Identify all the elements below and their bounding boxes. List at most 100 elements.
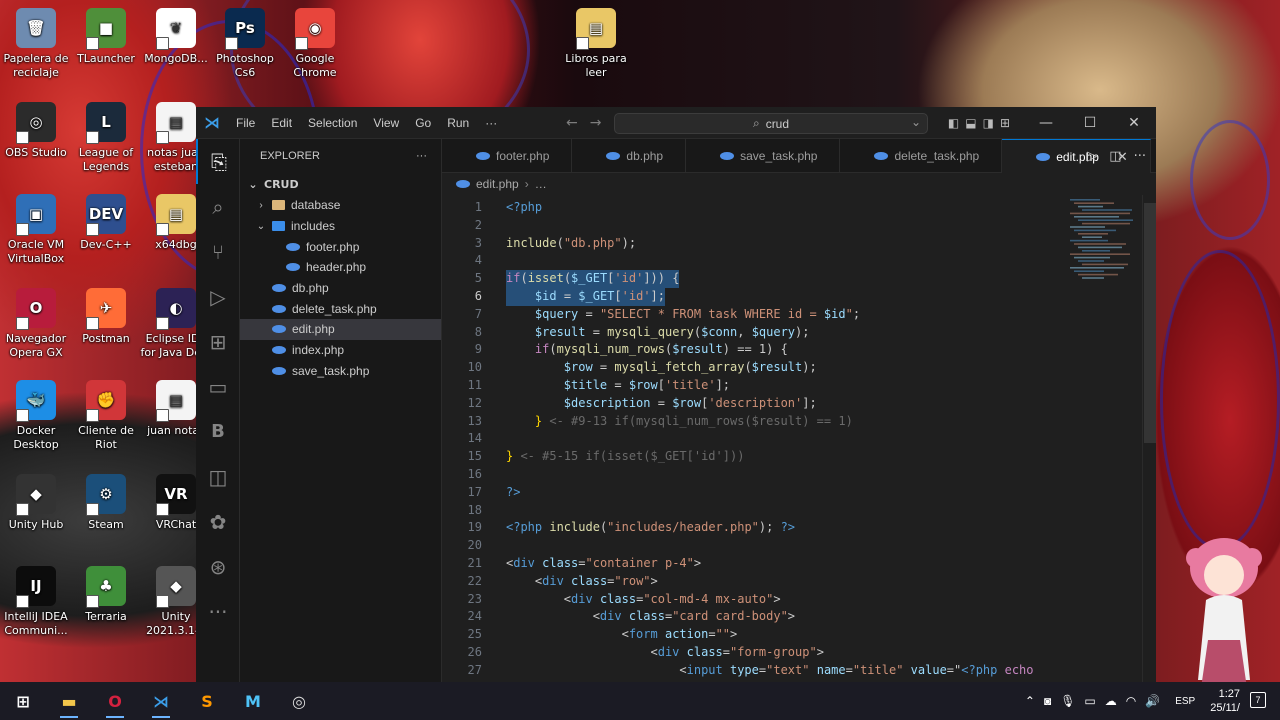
workspace-root[interactable]: ⌄ CRUD (240, 173, 441, 195)
run-icon[interactable]: ▷ (1087, 149, 1097, 164)
toggle-sidebar-icon[interactable]: ◧ (948, 116, 959, 130)
breadcrumb-file[interactable]: edit.php (476, 177, 519, 191)
menu-item[interactable]: Go (407, 116, 439, 130)
toggle-secondary-sidebar-icon[interactable]: ◨ (983, 116, 994, 130)
code-line[interactable]: 22 <div class="row"> (442, 573, 1062, 591)
taskbar-file-explorer-button[interactable]: ▬ (46, 682, 92, 720)
editor-tab[interactable]: delete_task.php (840, 139, 1003, 173)
code-line[interactable]: 17 ?> (442, 484, 1062, 502)
tree-item[interactable]: › database (240, 195, 441, 216)
desktop-icon[interactable]: ◎ OBS Studio (0, 102, 72, 160)
code-line[interactable]: 14 (442, 430, 1062, 448)
code-line[interactable]: 7 $query = "SELECT * FROM task WHERE id … (442, 306, 1062, 324)
maximize-button[interactable]: ☐ (1068, 107, 1112, 139)
menu-item[interactable]: Edit (263, 116, 300, 130)
code-line[interactable]: 5 if(isset($_GET['id'])) { (442, 270, 1062, 288)
close-button[interactable]: ✕ (1112, 107, 1156, 139)
code-line[interactable]: 3 include("db.php"); (442, 235, 1062, 253)
editor-tab[interactable]: footer.php (442, 139, 573, 173)
chevron-down-icon[interactable]: ⌄ (911, 115, 921, 129)
taskbar-start-button[interactable]: ⊞ (0, 682, 46, 720)
desktop-icon[interactable]: ◉ Google Chrome (279, 8, 351, 80)
desktop-icon[interactable]: ✈ Postman (70, 288, 142, 346)
python-icon[interactable]: ✿ (196, 499, 240, 544)
code-line[interactable]: 1 <?php (442, 199, 1062, 217)
microphone-icon[interactable]: 🎙 (1060, 694, 1075, 708)
tree-item[interactable]: save_task.php (240, 361, 441, 382)
code-line[interactable]: 19 <?php include("includes/header.php"); … (442, 519, 1062, 537)
clock[interactable]: 1:27 25/11/ (1210, 687, 1240, 715)
code-line[interactable]: 12 $description = $row['description']; (442, 395, 1062, 413)
chevron-up-icon[interactable]: ⌃ (1025, 694, 1035, 708)
code-line[interactable]: 11 $title = $row['title']; (442, 377, 1062, 395)
code-line[interactable]: 10 $row = mysqli_fetch_array($result); (442, 359, 1062, 377)
code-line[interactable]: 4 (442, 252, 1062, 270)
code-line[interactable]: 20 (442, 537, 1062, 555)
volume-icon[interactable]: 🔊 (1145, 694, 1160, 708)
run-debug-icon[interactable]: ▷ (196, 274, 240, 319)
code-line[interactable]: 24 <div class="card card-body"> (442, 608, 1062, 626)
menu-item[interactable]: File (228, 116, 263, 130)
desktop-icon[interactable]: DEV Dev-C++ (70, 194, 142, 252)
remote-explorer-icon[interactable]: ▭ (196, 364, 240, 409)
tree-item[interactable]: footer.php (240, 236, 441, 257)
taskbar-app-m-button[interactable]: M (230, 682, 276, 720)
desktop-icon[interactable]: 🗑 Papelera de reciclaje (0, 8, 72, 80)
scrollbar-thumb[interactable] (1144, 203, 1156, 443)
docker-icon[interactable]: ◫ (196, 454, 240, 499)
desktop-icon[interactable]: ❦ MongoDB... (140, 8, 212, 66)
toggle-panel-icon[interactable]: ⬓ (965, 116, 976, 130)
source-control-icon[interactable]: ⑂ (196, 229, 240, 274)
desktop-icon[interactable]: ◆ Unity Hub (0, 474, 72, 532)
search-icon[interactable]: ⌕ (196, 184, 240, 229)
code-editor[interactable]: 1 <?php 2 3 include("db.php"); 4 5 if(isset($_G… (442, 195, 1156, 685)
code-line[interactable]: 13 } <- #9-13 if(mysqli_num_rows($result… (442, 413, 1062, 431)
code-line[interactable]: 25 <form action=""> (442, 626, 1062, 644)
onedrive-icon[interactable]: ☁ (1105, 694, 1117, 708)
back-arrow-icon[interactable]: ← (566, 115, 578, 131)
code-line[interactable]: 27 <input type="text" name="title" value… (442, 662, 1062, 680)
taskbar-opera-gx-button[interactable]: O (92, 682, 138, 720)
taskbar-vscode-button[interactable]: ⋊ (138, 682, 184, 720)
more-icon[interactable]: ··· (196, 589, 240, 634)
tree-item[interactable]: header.php (240, 257, 441, 278)
minimize-button[interactable]: — (1024, 107, 1068, 139)
explorer-more-icon[interactable]: ··· (416, 150, 427, 162)
code-line[interactable]: 21 <div class="container p-4"> (442, 555, 1062, 573)
code-line[interactable]: 8 $result = mysqli_query($conn, $query); (442, 324, 1062, 342)
menu-item[interactable]: Selection (300, 116, 365, 130)
breadcrumb-rest[interactable]: … (535, 177, 547, 191)
desktop-icon[interactable]: Ps Photoshop Cs6 (209, 8, 281, 80)
meet-now-icon[interactable]: ◙ (1044, 694, 1051, 708)
desktop-icon[interactable]: ▤ Libros para leer (560, 8, 632, 80)
code-line[interactable]: 26 <div class="form-group"> (442, 644, 1062, 662)
code-line[interactable]: 15} <- #5-15 if(isset($_GET['id'])) (442, 448, 1062, 466)
taskbar-sublime-button[interactable]: S (184, 682, 230, 720)
desktop-icon[interactable]: 🐳 Docker Desktop (0, 380, 72, 452)
desktop-icon[interactable]: ▣ Oracle VM VirtualBox (0, 194, 72, 266)
menu-item[interactable]: ··· (477, 116, 505, 130)
tree-item[interactable]: edit.php (240, 319, 441, 340)
taskbar-obs-button[interactable]: ◎ (276, 682, 322, 720)
editor-tab[interactable]: save_task.php (686, 139, 841, 173)
notifications-icon[interactable]: 7 (1250, 692, 1266, 708)
code-line[interactable]: 23 <div class="col-md-4 mx-auto"> (442, 591, 1062, 609)
code-line[interactable]: 16 (442, 466, 1062, 484)
wifi-icon[interactable]: ◠ (1126, 694, 1136, 708)
tree-item[interactable]: index.php (240, 340, 441, 361)
desktop-icon[interactable]: O Navegador Opera GX (0, 288, 72, 360)
code-line[interactable]: 18 (442, 502, 1062, 520)
editor-tab[interactable]: db.php (572, 139, 687, 173)
extensions-icon[interactable]: ⊞ (196, 319, 240, 364)
desktop-icon[interactable]: IJ IntelliJ IDEA Communi... (0, 566, 72, 638)
customize-layout-icon[interactable]: ⊞ (1000, 116, 1010, 130)
forward-arrow-icon[interactable]: → (590, 115, 602, 131)
code-line[interactable]: 2 (442, 217, 1062, 235)
minimap[interactable] (1070, 195, 1142, 285)
desktop-icon[interactable]: ■ TLauncher (70, 8, 142, 66)
desktop-icon[interactable]: ⚙ Steam (70, 474, 142, 532)
more-actions-icon[interactable]: ··· (1134, 149, 1146, 164)
split-editor-icon[interactable]: ◫ (1109, 149, 1121, 164)
desktop-icon[interactable]: ♣ Terraria (70, 566, 142, 624)
explorer-icon[interactable]: ⎘ (196, 139, 240, 184)
